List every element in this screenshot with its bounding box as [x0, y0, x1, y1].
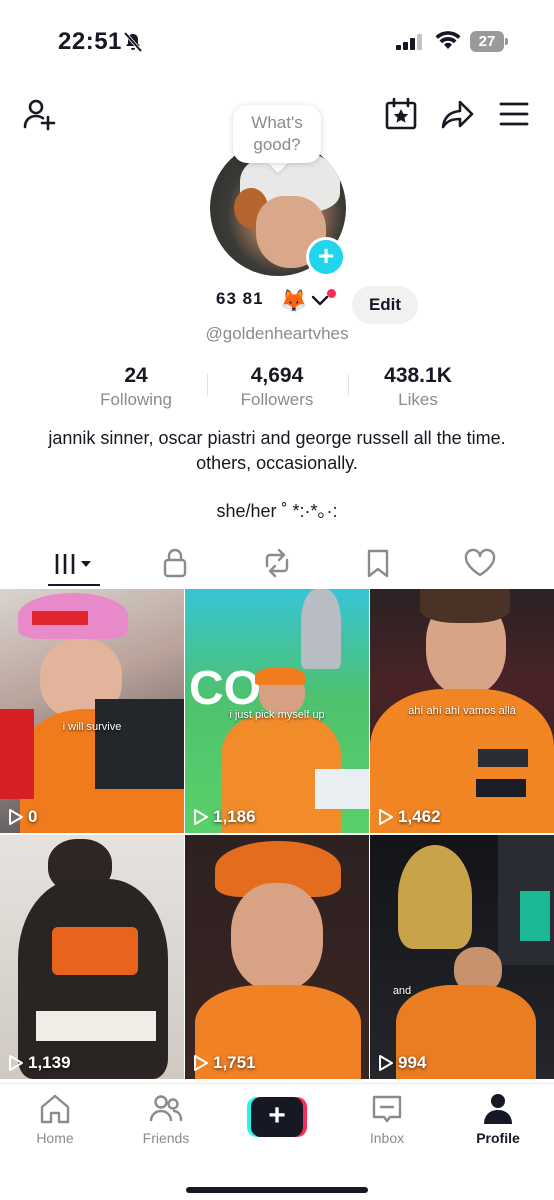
video-views: 1,751	[193, 1053, 256, 1073]
suit-shape	[18, 879, 168, 1079]
video-views-count: 1,139	[28, 1053, 71, 1072]
note-bubble[interactable]: What's good?	[233, 105, 321, 163]
heart-icon[interactable]	[460, 546, 500, 580]
edit-profile-button[interactable]: Edit	[352, 286, 418, 324]
video-thumbnail[interactable]: CO i just pick myself up 1,186	[185, 589, 369, 833]
note-bubble-text: What's good?	[251, 113, 303, 154]
stat-followers-value: 4,694	[250, 364, 304, 387]
status-time: 22:51	[58, 28, 122, 55]
sponsor-patch-shape	[478, 749, 528, 767]
home-indicator	[186, 1187, 368, 1193]
video-views: 1,186	[193, 807, 256, 827]
profile-bio: jannik sinner, oscar piastri and george …	[48, 428, 506, 473]
share-arrow-icon[interactable]	[441, 97, 475, 131]
status-bar: 22:51 27	[0, 0, 554, 80]
create-button[interactable]: +	[247, 1097, 307, 1137]
hamburger-menu-icon[interactable]	[497, 97, 531, 131]
trophy-shape	[301, 589, 341, 669]
plus-icon: +	[251, 1097, 303, 1137]
video-views: 994	[378, 1053, 426, 1073]
stat-following-label: Following	[100, 390, 172, 409]
video-thumbnail[interactable]: ahí ahí ahí vamos allá 1,462	[370, 589, 554, 833]
fox-emoji-icon: 🦊	[280, 288, 308, 313]
nav-profile[interactable]: Profile	[453, 1092, 543, 1146]
video-views-count: 1,462	[398, 807, 441, 826]
repost-icon[interactable]	[257, 546, 297, 580]
stat-followers-label: Followers	[240, 390, 314, 409]
video-thumbnail[interactable]: 1,139	[0, 835, 184, 1079]
video-views: 1,462	[378, 807, 441, 827]
video-thumbnail[interactable]: and 994	[370, 835, 554, 1079]
notification-dot	[327, 289, 336, 298]
play-icon	[194, 809, 208, 825]
nav-friends[interactable]: Friends	[121, 1092, 211, 1146]
profile-icon	[484, 1094, 512, 1124]
add-story-button[interactable]: +	[306, 237, 346, 277]
nav-inbox[interactable]: Inbox	[342, 1092, 432, 1146]
cap-shape	[255, 667, 305, 685]
play-icon	[194, 1055, 208, 1071]
nav-home[interactable]: Home	[10, 1092, 100, 1146]
play-icon	[379, 809, 393, 825]
video-views-count: 0	[28, 807, 38, 826]
video-caption: and	[392, 985, 412, 997]
username: @goldenheartvhes	[205, 324, 349, 343]
video-thumbnail[interactable]: i will survive 0	[0, 589, 184, 833]
play-icon	[379, 1055, 393, 1071]
cap-logo-shape	[32, 611, 88, 625]
profile-pronouns: she/her ˚ *:·*｡·:	[216, 501, 338, 521]
video-grid: i will survive 0 CO i just pick myself u…	[0, 589, 554, 1083]
play-icon	[9, 1055, 23, 1071]
person-plus-icon[interactable]	[22, 97, 56, 131]
bell-muted-icon	[123, 31, 143, 53]
video-caption: i will survive	[62, 721, 122, 733]
bookmark-icon[interactable]	[358, 546, 398, 580]
stat-following-value: 24	[124, 364, 148, 387]
play-icon	[9, 809, 23, 825]
sponsor-patch-shape	[476, 779, 526, 797]
lock-icon[interactable]	[155, 546, 195, 580]
display-name: 63 81	[216, 289, 264, 308]
nav-friends-label: Friends	[142, 1130, 190, 1146]
video-thumbnail[interactable]: 1,751	[185, 835, 369, 1079]
collar-shape	[95, 699, 184, 789]
stat-following[interactable]: 24 Following	[66, 364, 206, 410]
trophy-shape	[398, 845, 472, 949]
video-views-count: 1,751	[213, 1053, 256, 1072]
inbox-icon	[372, 1095, 402, 1123]
active-tab-indicator	[48, 584, 100, 586]
backdrop-letters-shape	[520, 891, 550, 941]
wifi-icon	[435, 31, 461, 49]
stat-likes-label: Likes	[398, 390, 438, 409]
stat-likes[interactable]: 438.1K Likes	[348, 364, 488, 410]
stat-followers[interactable]: 4,694 Followers	[207, 364, 347, 410]
nav-inbox-label: Inbox	[369, 1130, 405, 1146]
video-views: 0	[8, 807, 37, 827]
battery-tip	[505, 38, 508, 45]
battery-indicator: 27	[470, 31, 508, 52]
face-shape	[231, 883, 323, 991]
nav-profile-label: Profile	[476, 1130, 520, 1146]
video-views-count: 1,186	[213, 807, 256, 826]
video-views-count: 994	[398, 1053, 427, 1072]
nav-home-label: Home	[36, 1130, 74, 1146]
waist-shape	[36, 1011, 156, 1041]
number-shape	[52, 927, 138, 975]
signal-icon	[396, 34, 422, 50]
video-caption: i just pick myself up	[229, 709, 325, 721]
battery-level: 27	[470, 31, 504, 52]
banner-shape	[315, 769, 369, 809]
home-icon	[40, 1094, 70, 1124]
calendar-star-icon[interactable]	[384, 97, 418, 131]
videos-grid-icon[interactable]	[54, 546, 94, 580]
stat-likes-value: 438.1K	[384, 364, 452, 387]
profile-tabs	[0, 540, 554, 588]
friends-icon	[149, 1095, 183, 1122]
video-caption: ahí ahí ahí vamos allá	[408, 705, 516, 717]
bottom-nav: Home Friends + Inbox Profile	[0, 1083, 554, 1200]
video-views: 1,139	[8, 1053, 71, 1073]
hair-shape	[420, 589, 510, 623]
